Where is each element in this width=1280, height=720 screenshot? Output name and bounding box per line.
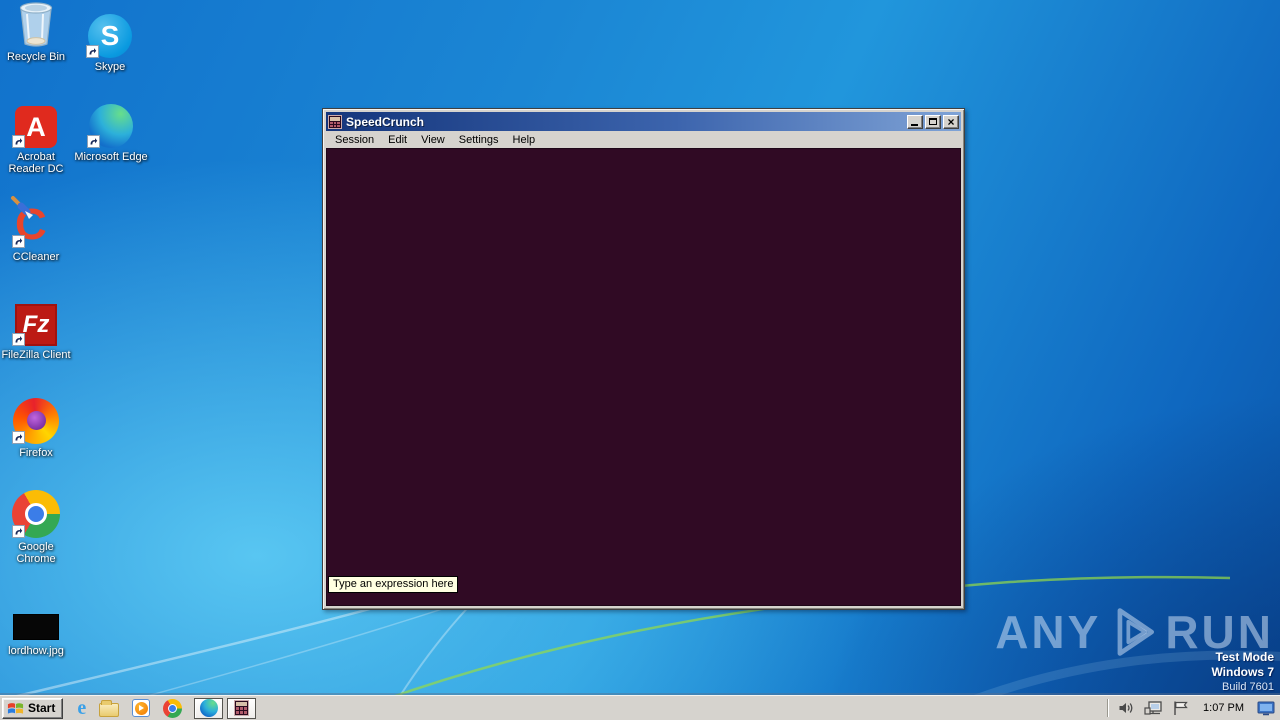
shortcut-arrow-icon (12, 235, 25, 248)
taskbar: Start e 1:07 PM (0, 695, 1280, 720)
desktop-icon-skype[interactable]: S Skype (74, 10, 146, 73)
desktop-icon-microsoft-edge[interactable]: Microsoft Edge (74, 100, 148, 163)
tray-divider (1107, 699, 1110, 717)
jpg-thumbnail (0, 612, 72, 642)
minimize-button[interactable] (907, 114, 923, 129)
menu-edit[interactable]: Edit (381, 133, 414, 147)
desktop-icon-lordhow-jpg[interactable]: lordhow.jpg (0, 612, 72, 657)
shortcut-arrow-icon (12, 431, 25, 444)
icon-label: Skype (94, 61, 126, 73)
desktop-icon-ccleaner[interactable]: C CCleaner (0, 196, 72, 263)
microsoft-edge-icon (75, 100, 147, 148)
start-button-label: Start (28, 701, 56, 715)
desktop-icon-filezilla[interactable]: Fz FileZilla Client (0, 298, 72, 361)
windows-explorer-icon[interactable] (99, 699, 120, 717)
close-button[interactable]: × (943, 114, 959, 129)
shortcut-arrow-icon (12, 525, 25, 538)
action-center-flag-icon[interactable] (1172, 700, 1190, 716)
menu-settings[interactable]: Settings (452, 133, 506, 147)
window-title: SpeedCrunch (346, 114, 425, 129)
speedcrunch-taskbar-button[interactable] (227, 697, 257, 719)
acrobat-reader-icon: A (0, 100, 72, 148)
icon-label: Firefox (19, 447, 53, 459)
windows-media-player-icon[interactable] (132, 699, 151, 717)
recycle-bin-icon (0, 0, 72, 48)
microsoft-edge-icon (199, 699, 218, 717)
skype-icon: S (74, 10, 146, 58)
icon-label: Microsoft Edge (74, 151, 148, 163)
shortcut-arrow-icon (87, 135, 100, 148)
taskbar-app-buttons (194, 697, 257, 719)
firefox-icon (0, 396, 72, 444)
window-titlebar[interactable]: SpeedCrunch × (326, 112, 961, 131)
desktop-icon-acrobat-reader[interactable]: A Acrobat Reader DC (0, 100, 72, 175)
menu-view[interactable]: View (414, 133, 452, 147)
system-tray: 1:07 PM (1107, 696, 1280, 720)
icon-label: Recycle Bin (6, 51, 66, 63)
icon-label: lordhow.jpg (8, 645, 64, 657)
desktop-icon-recycle-bin[interactable]: Recycle Bin (0, 0, 72, 63)
icon-label: FileZilla Client (1, 349, 71, 361)
filezilla-icon: Fz (0, 298, 72, 346)
desktop: Recycle Bin S Skype A Acrobat Reader DC … (0, 0, 1280, 720)
speedcrunch-icon (234, 700, 250, 716)
expression-input[interactable] (327, 591, 960, 605)
microsoft-edge-taskbar-button[interactable] (194, 697, 224, 719)
result-display[interactable]: Type an expression here (326, 148, 961, 606)
taskbar-clock[interactable]: 1:07 PM (1199, 702, 1248, 714)
shortcut-arrow-icon (12, 135, 25, 148)
display-icon[interactable] (1257, 700, 1275, 716)
maximize-button[interactable] (925, 114, 941, 129)
internet-explorer-icon[interactable]: e (77, 698, 86, 718)
menu-session[interactable]: Session (328, 133, 381, 147)
menu-help[interactable]: Help (506, 133, 543, 147)
speedcrunch-window: SpeedCrunch × Session Edit View Settings… (322, 108, 965, 610)
network-icon[interactable] (1144, 700, 1163, 716)
menu-bar: Session Edit View Settings Help (326, 131, 961, 148)
volume-icon[interactable] (1118, 700, 1135, 716)
icon-label: Acrobat Reader DC (8, 151, 64, 175)
quick-launch: e (77, 698, 183, 718)
desktop-icon-firefox[interactable]: Firefox (0, 396, 72, 459)
icon-label: Google Chrome (16, 541, 56, 565)
icon-label: CCleaner (12, 251, 60, 263)
start-button[interactable]: Start (2, 697, 64, 719)
google-chrome-icon (0, 490, 72, 538)
speedcrunch-app-icon (328, 114, 342, 129)
shortcut-arrow-icon (86, 45, 99, 58)
windows-flag-icon (7, 703, 24, 714)
desktop-icon-google-chrome[interactable]: Google Chrome (0, 490, 72, 565)
google-chrome-taskbar-icon[interactable] (163, 698, 183, 718)
ccleaner-icon: C (0, 196, 72, 248)
shortcut-arrow-icon (12, 333, 25, 346)
